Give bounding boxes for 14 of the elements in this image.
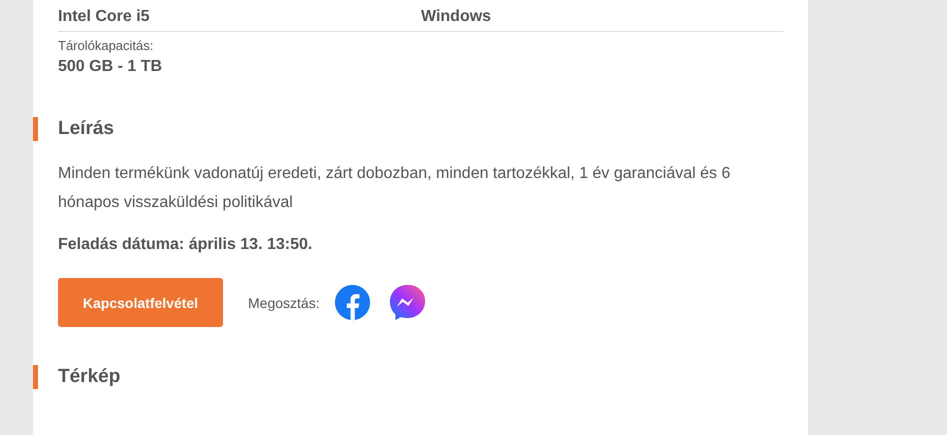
spec-value: Windows — [421, 7, 492, 27]
contact-button[interactable]: Kapcsolatfelvétel — [58, 278, 223, 327]
section-heading: Térkép — [58, 365, 120, 389]
messenger-icon[interactable] — [388, 284, 426, 321]
section-heading: Leírás — [58, 117, 114, 141]
facebook-icon[interactable] — [334, 284, 371, 321]
accent-bar — [33, 117, 38, 141]
spec-label: Tárolókapacitás: — [58, 38, 154, 54]
posted-date: Feladás dátuma: április 13. 13:50. — [58, 235, 314, 255]
spec-value: Intel Core i5 — [58, 7, 151, 27]
accent-bar — [33, 365, 38, 389]
share-label: Megosztás: — [248, 294, 320, 310]
description-text: Minden termékünk vadonatúj eredeti, zárt dobozban, minden tartozékkal, 1 év garanciával és 6 hónapos visszaküldési politikával — [58, 164, 732, 213]
spec-value: 500 GB - 1 TB — [58, 57, 162, 77]
